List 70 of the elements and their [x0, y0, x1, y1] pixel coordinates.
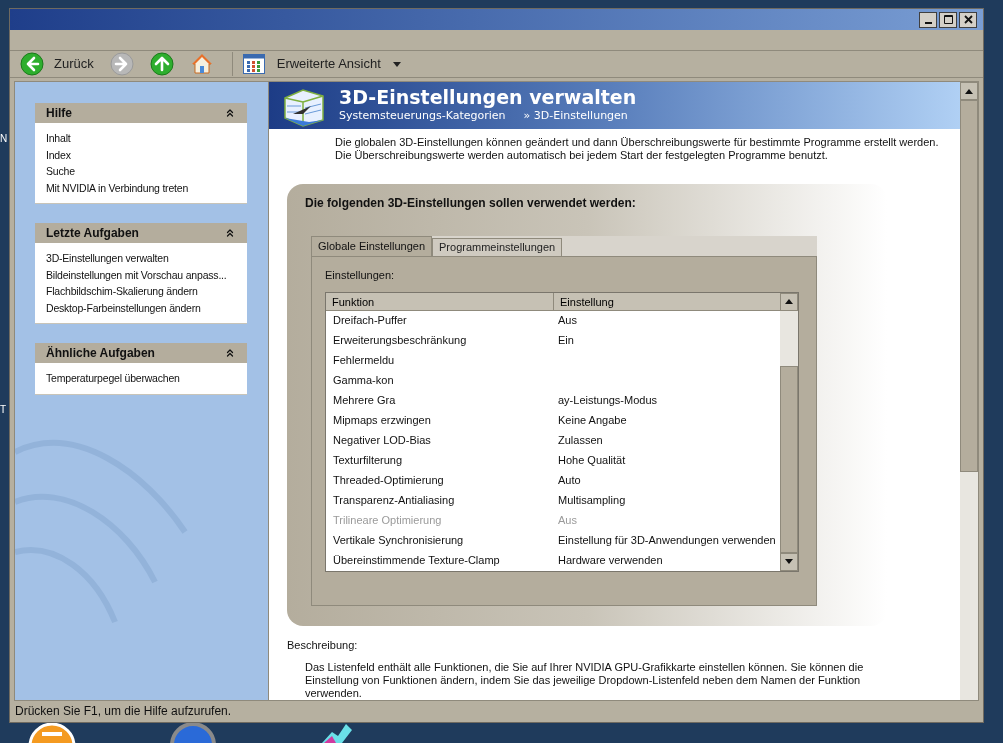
setting-cell-text: Ein: [557, 333, 574, 349]
page-title: 3D-Einstellungen verwalten: [339, 86, 637, 109]
setting-cell-text: ay-Leistungs-Modus: [557, 393, 658, 409]
function-cell-text: Mipmaps erzwingen: [332, 413, 432, 429]
desktop-icon-label: T: [0, 404, 7, 416]
panel-heading: Die folgenden 3D-Einstellungen sollen verwendet werden:: [304, 195, 637, 213]
panel-header[interactable]: Ähnliche Aufgaben: [35, 343, 247, 364]
setting-cell-text: Auto: [557, 473, 581, 489]
task-link[interactable]: Flachbildschim-Skalierung ändern: [46, 283, 198, 300]
intro-text: Die globalen 3D-Einstellungen können geändert und dann Überschreibungswerte für bestimmte Programme erstellt werden. Die Überschreibungswerte werden automatisch bei jedem Start der festgelegten Programme benutzt.: [334, 135, 940, 163]
function-cell-text: Erweiterungsbeschränkung: [332, 333, 468, 349]
collapse-icon: [224, 227, 236, 240]
scrollbar[interactable]: [960, 82, 978, 700]
task-link[interactable]: Bildeinstellungen mit Vorschau anpass...: [46, 266, 227, 284]
function-cell-text: Trilineare Optimierung: [332, 513, 443, 529]
tab[interactable]: Programmeinstellungen: [432, 238, 563, 257]
up-button[interactable]: [147, 51, 176, 78]
function-cell-text: Übereinstimmende Texture-Clamp: [332, 553, 501, 569]
breadcrumb-link[interactable]: Systemsteuerungs-Kategorien: [339, 108, 506, 125]
function-cell-text: Threaded-Optimierung: [332, 473, 445, 489]
collapse-icon: [224, 347, 236, 360]
tab[interactable]: Globale Einstellungen: [311, 236, 433, 257]
task-link[interactable]: 3D-Einstellungen verwalten: [46, 250, 169, 267]
setting-cell-text: Hohe Qualität: [557, 453, 626, 469]
desktop-icon-label: N: [0, 133, 8, 145]
close-icon: [963, 15, 973, 25]
scrollbar[interactable]: [780, 292, 798, 571]
dropdown-caret-icon: [392, 61, 401, 67]
maximize-button[interactable]: [939, 11, 957, 28]
column-header[interactable]: Funktion: [326, 292, 554, 310]
scroll-up-icon: [965, 88, 973, 94]
minimize-button[interactable]: [919, 11, 937, 28]
scroll-down-icon: [785, 559, 793, 565]
function-cell-text: Negativer LOD-Bias: [332, 433, 432, 449]
function-cell-text: Mehrere Gra: [332, 393, 397, 409]
panel-header[interactable]: Hilfe: [35, 103, 247, 124]
description-text: Das Listenfeld enthält alle Funktionen, die Sie auf Ihrer NVIDIA GPU-Grafikkarte einstellen können. Sie können die Einstellung von Funktionen ändern, indem Sie das jeweilige Dropdown-Listenfeld neben dem Namen der Funktion verwenden.: [304, 659, 865, 700]
setting-cell-text: Aus: [557, 313, 577, 329]
description-label: Beschreibung:: [286, 638, 359, 654]
task-link[interactable]: Index: [46, 146, 71, 164]
function-cell-text: Gamma-kon: [332, 373, 395, 389]
setting-cell-text: Einstellung für 3D-Anwendungen verwenden: [557, 533, 776, 549]
minimize-icon: [924, 21, 932, 24]
task-link[interactable]: Mit NVIDIA in Verbindung treten: [46, 179, 189, 197]
breadcrumb-link[interactable]: » 3D-Einstellungen: [523, 108, 628, 125]
view-button[interactable]: Erweiterte Ansicht: [242, 51, 401, 78]
close-button[interactable]: [959, 11, 977, 28]
function-cell-text: Fehlermeldu: [332, 353, 396, 369]
task-link[interactable]: Suche: [46, 163, 75, 180]
panel-header[interactable]: Letzte Aufgaben: [35, 223, 247, 244]
home-icon: [189, 52, 214, 77]
task-link[interactable]: Desktop-Farbeinstellungen ändern: [46, 299, 201, 317]
maximize-icon: [943, 15, 953, 25]
setting-cell-text: Zulassen: [557, 433, 603, 449]
collapse-icon: [224, 107, 236, 120]
setting-cell-text: Multisampling: [557, 493, 626, 509]
grid-view-icon: [242, 54, 265, 75]
function-cell-text: Transparenz-Antialiasing: [332, 493, 456, 509]
setting-cell-text: Keine Angabe: [557, 413, 627, 429]
list-label: Einstellungen:: [324, 268, 396, 284]
task-link[interactable]: Inhalt: [46, 130, 71, 147]
function-cell-text: Vertikale Synchronisierung: [332, 533, 465, 549]
setting-cell-text: Aus: [557, 513, 577, 529]
function-cell-text: Texturfilterung: [332, 453, 404, 469]
status-text: Drücken Sie F1, um die Hilfe aufzurufen.: [15, 703, 232, 721]
column-header[interactable]: Einstellung: [554, 292, 780, 310]
function-cell-text: Dreifach-Puffer: [332, 313, 408, 329]
setting-cell-text: Hardware verwenden: [557, 553, 663, 569]
scroll-up-icon: [785, 299, 793, 305]
back-button[interactable]: Zurück: [18, 51, 96, 78]
